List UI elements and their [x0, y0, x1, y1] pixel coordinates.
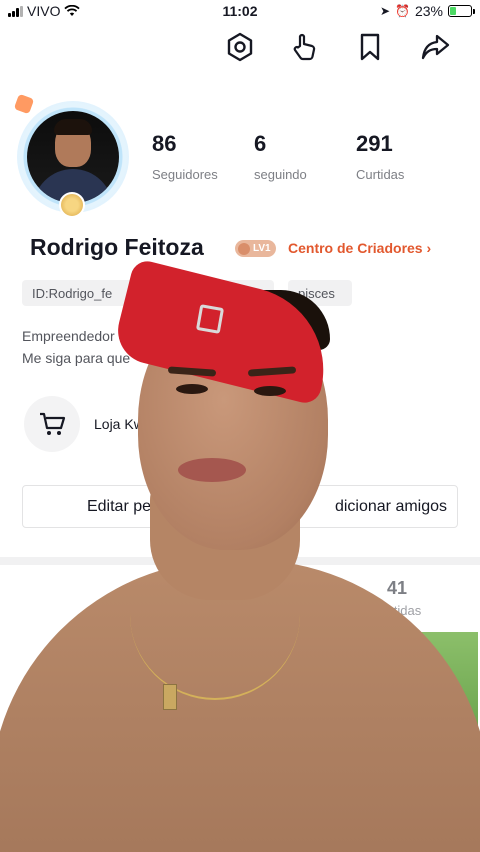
- edit-profile-button[interactable]: Editar pe: [22, 485, 236, 528]
- medal-icon: [59, 192, 85, 218]
- male-icon: ♂: [184, 285, 194, 301]
- zodiac-chip: pisces: [288, 280, 352, 306]
- overlay-mouth: [178, 458, 246, 482]
- tab-likes[interactable]: 41 Curtidas: [365, 578, 429, 618]
- gender-chip: ♂: [174, 280, 274, 306]
- stat-likes[interactable]: 291 Curtidas: [356, 131, 404, 182]
- add-friends-button[interactable]: dicionar amigos: [244, 485, 458, 528]
- followers-label: Seguidores: [152, 167, 218, 182]
- profile-name: Rodrigo Feitoza: [30, 234, 204, 260]
- decoration-icon: [13, 93, 35, 115]
- bio-line-2: Me siga para que: [22, 350, 131, 366]
- following-label: seguindo: [254, 167, 307, 182]
- shop-label: Loja Kw: [94, 416, 144, 432]
- battery-icon: [448, 5, 475, 17]
- status-right: ➤ ⏰ 23%: [379, 3, 475, 19]
- hand-pointer-icon[interactable]: [288, 30, 322, 64]
- stat-following[interactable]: 6 seguindo: [254, 131, 307, 182]
- overlay-chain: [130, 560, 300, 700]
- share-icon[interactable]: [418, 30, 452, 64]
- creator-center-link[interactable]: Centro de Criadores ›: [288, 240, 431, 256]
- level-text: LV1: [253, 243, 271, 254]
- overlay-brow-left: [167, 366, 217, 377]
- edit-profile-label: Editar pe: [86, 497, 152, 515]
- bio-line-1: Empreendedor e c: [22, 328, 138, 344]
- cart-icon: [24, 396, 80, 452]
- followers-count: 86: [152, 131, 177, 156]
- overlay-pendant: [163, 684, 177, 710]
- alarm-icon: ⏰: [395, 4, 410, 18]
- section-divider: [0, 557, 480, 565]
- overlay-eye-right: [254, 386, 286, 396]
- add-friends-label: dicionar amigos: [334, 497, 448, 515]
- level-icon: [238, 242, 250, 255]
- status-bar: VIVO 11:02 ➤ ⏰ 23%: [0, 0, 480, 22]
- tab-likes-count: 41: [386, 578, 408, 598]
- avatar[interactable]: [13, 93, 132, 218]
- video-thumbnail[interactable]: [420, 632, 478, 772]
- level-badge[interactable]: LV1: [235, 240, 276, 257]
- shop-entry[interactable]: Loja Kw: [24, 396, 144, 452]
- overlay-brow-right: [247, 366, 297, 377]
- stat-followers[interactable]: 86 Seguidores: [152, 131, 218, 182]
- bookmark-icon[interactable]: [353, 30, 387, 64]
- following-count: 6: [254, 131, 267, 156]
- overlay-eye-left: [176, 384, 208, 394]
- avatar-photo: [27, 111, 119, 203]
- location-icon: ➤: [379, 4, 391, 18]
- user-id-chip[interactable]: ID:Rodrigo_fe: [22, 280, 164, 306]
- gear-icon[interactable]: [223, 30, 257, 64]
- likes-label: Curtidas: [356, 167, 405, 182]
- bio: Empreendedor e c Me siga para que: [22, 325, 137, 369]
- overlay-cap-buckle: [195, 304, 225, 334]
- user-id-text: ID:Rodrigo_fe: [32, 285, 113, 301]
- battery-percent: 23%: [414, 3, 443, 19]
- tab-likes-label: Curtidas: [372, 603, 422, 618]
- likes-count: 291: [356, 131, 393, 156]
- zodiac-text: pisces: [298, 285, 335, 301]
